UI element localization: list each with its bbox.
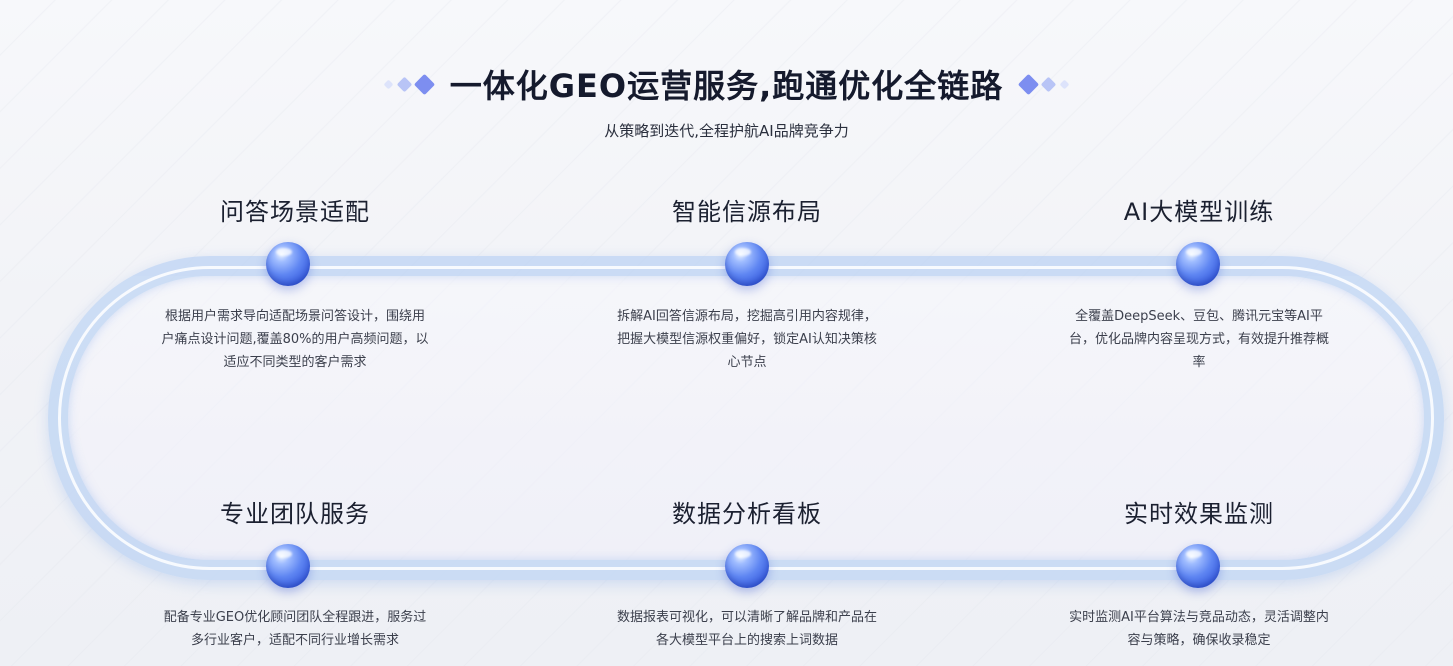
decor-diamonds-left: [383, 73, 435, 95]
diamond-icon: [396, 76, 413, 92]
orb-icon: [266, 544, 310, 588]
diamond-icon: [383, 79, 394, 89]
orb-icon: [725, 242, 769, 286]
node-title-realtime-monitor: 实时效果监测: [1124, 500, 1274, 528]
title-row: 一体化GEO运营服务,跑通优化全链路: [0, 58, 1453, 110]
diamond-icon: [1018, 73, 1040, 95]
node-desc-model-training: 全覆盖DeepSeek、豆包、腾讯元宝等AI平台，优化品牌内容呈现方式，有效提升…: [1068, 309, 1329, 370]
diamond-icon: [1059, 79, 1070, 89]
section-header: 一体化GEO运营服务,跑通优化全链路 从策略到迭代,全程护航AI品牌竞争力: [0, 58, 1453, 141]
node-desc-qa-scene: 根据用户需求导向适配场景问答设计，围绕用户痛点设计问题,覆盖80%的用户高频问题…: [161, 309, 429, 370]
page-subtitle: 从策略到迭代,全程护航AI品牌竞争力: [604, 122, 849, 140]
diamond-icon: [1040, 76, 1057, 92]
orb-icon: [1176, 242, 1220, 286]
orb-icon: [266, 242, 310, 286]
node-desc-data-dashboard: 数据报表可视化，可以清晰了解品牌和产品在各大模型平台上的搜索上词数据: [616, 610, 877, 648]
node-desc-team-service: 配备专业GEO优化顾问团队全程跟进，服务过多行业客户，适配不同行业增长需求: [163, 610, 427, 648]
node-title-data-dashboard: 数据分析看板: [672, 500, 822, 528]
orb-icon: [1176, 544, 1220, 588]
decor-diamonds-right: [1018, 73, 1070, 95]
node-desc-realtime-monitor: 实时监测AI平台算法与竞品动态，灵活调整内容与策略，确保收录稳定: [1069, 610, 1329, 648]
node-title-model-training: AI大模型训练: [1123, 198, 1275, 226]
page-title: 一体化GEO运营服务,跑通优化全链路: [449, 67, 1004, 105]
node-title-source-layout: 智能信源布局: [672, 198, 822, 226]
node-title-qa-scene: 问答场景适配: [220, 198, 370, 226]
diamond-icon: [413, 73, 435, 95]
orb-icon: [725, 544, 769, 588]
node-desc-source-layout: 拆解AI回答信源布局，挖掘高引用内容规律，把握大模型信源权重偏好，锁定AI认知决…: [617, 309, 877, 370]
node-title-team-service: 专业团队服务: [220, 500, 370, 528]
